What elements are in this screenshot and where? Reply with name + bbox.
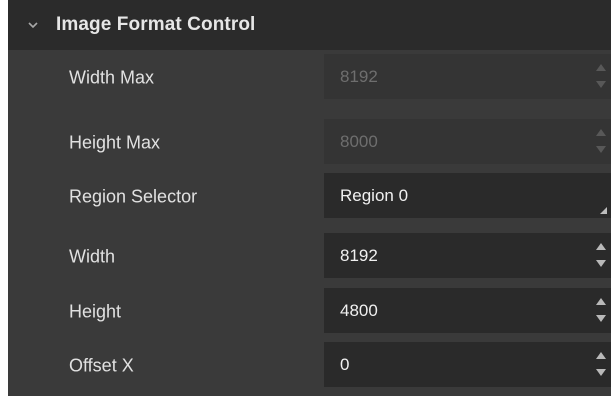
property-row-width-max: Width Max 8192 <box>8 50 611 106</box>
property-label-height-max: Height Max <box>69 132 161 153</box>
height-spinbox[interactable]: 4800 <box>324 288 611 333</box>
property-row-height-max: Height Max 8000 <box>8 115 611 171</box>
height-max-spinbox: 8000 <box>324 119 611 164</box>
spin-up-icon <box>596 129 606 136</box>
spin-up-icon[interactable] <box>596 243 606 250</box>
property-label-height: Height <box>69 301 122 322</box>
spin-down-icon[interactable] <box>596 369 606 376</box>
region-selector-value: Region 0 <box>340 185 409 205</box>
spin-up-icon <box>596 64 606 71</box>
width-spinbox[interactable]: 8192 <box>324 233 611 278</box>
offset-x-value[interactable]: 0 <box>340 355 349 375</box>
spin-down-icon <box>596 146 606 153</box>
region-selector-dropdown[interactable]: Region 0 <box>324 173 611 218</box>
chevron-down-icon[interactable] <box>26 18 40 32</box>
property-panel: Image Format Control Width Max 8192 Heig… <box>8 0 611 396</box>
property-row-height: Height 4800 <box>8 284 611 340</box>
width-max-spinbox: 8192 <box>324 54 611 99</box>
offset-x-spinbox[interactable]: 0 <box>324 342 611 387</box>
dropdown-arrow-icon[interactable] <box>600 207 607 214</box>
height-max-value: 8000 <box>340 131 378 151</box>
property-label-offset-x: Offset X <box>69 355 134 376</box>
property-label-region-selector: Region Selector <box>69 186 198 207</box>
section-header-image-format-control[interactable]: Image Format Control <box>8 0 611 50</box>
spin-buttons[interactable] <box>594 240 608 270</box>
width-value[interactable]: 8192 <box>340 246 378 266</box>
spin-up-icon[interactable] <box>596 352 606 359</box>
section-title: Image Format Control <box>56 14 256 35</box>
spin-buttons[interactable] <box>594 295 608 325</box>
property-row-region-selector: Region Selector Region 0 <box>8 169 611 225</box>
property-row-width: Width 8192 <box>8 229 611 285</box>
height-value[interactable]: 4800 <box>340 301 378 321</box>
property-row-offset-x: Offset X 0 <box>8 338 611 394</box>
spin-down-icon[interactable] <box>596 260 606 267</box>
spin-buttons[interactable] <box>594 349 608 379</box>
spin-down-icon <box>596 81 606 88</box>
spin-buttons <box>594 126 608 156</box>
width-max-value: 8192 <box>340 66 378 86</box>
spin-buttons <box>594 61 608 91</box>
spin-down-icon[interactable] <box>596 315 606 322</box>
spin-up-icon[interactable] <box>596 298 606 305</box>
property-label-width-max: Width Max <box>69 67 155 88</box>
property-label-width: Width <box>69 246 116 267</box>
